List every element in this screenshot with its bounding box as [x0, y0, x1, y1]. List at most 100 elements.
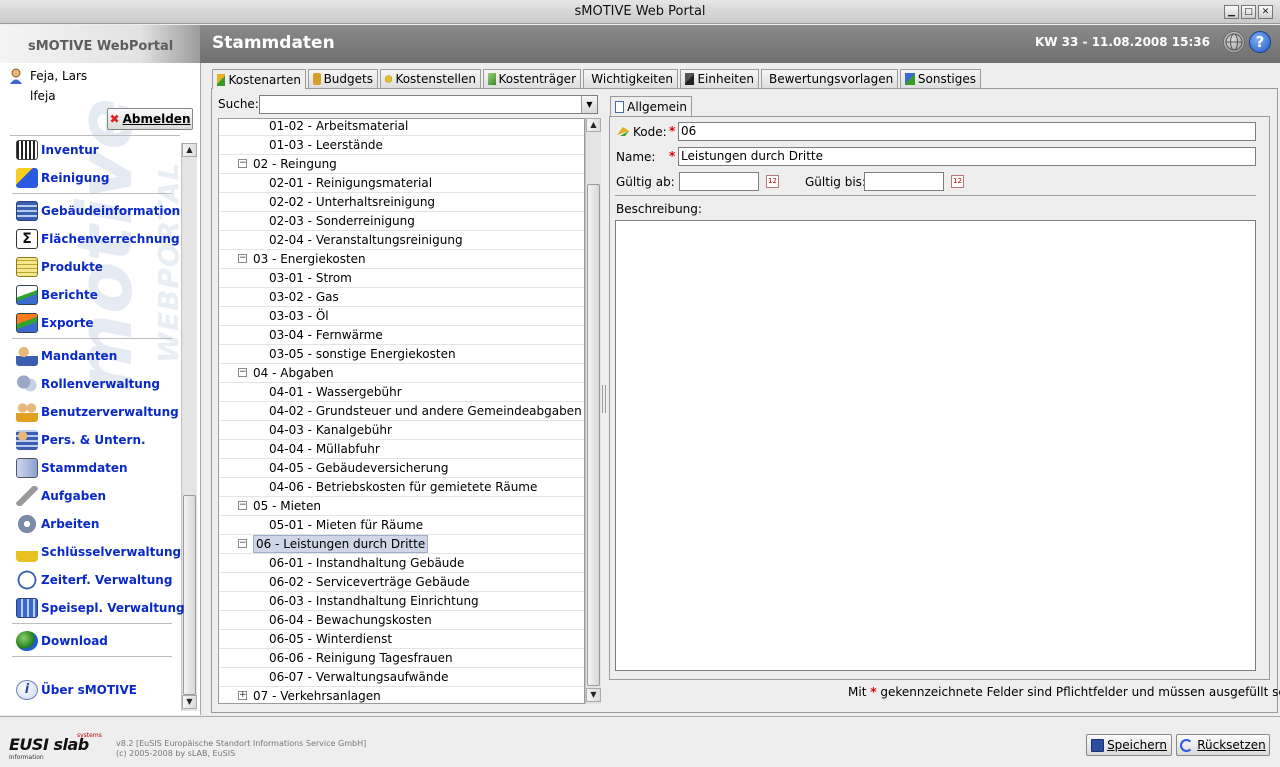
tree-item-row[interactable]: 04-02 - Grundsteuer und andere Gemeindea… — [219, 402, 584, 421]
save-button[interactable]: Speichern — [1086, 734, 1172, 756]
tree-item-label: 04 - Abgaben — [253, 366, 334, 380]
tree-item-row[interactable]: 03-05 - sonstige Energiekosten — [219, 345, 584, 364]
nav-stammdaten[interactable]: Stammdaten — [16, 457, 128, 479]
tab-bewertungsvorlagen[interactable]: Bewertungsvorlagen — [761, 69, 898, 88]
nav-rollenverwaltung[interactable]: Rollenverwaltung — [16, 373, 160, 395]
collapse-toggle-icon[interactable]: − — [238, 368, 247, 377]
tree-item-row[interactable]: 02-04 - Veranstaltungsreinigung — [219, 231, 584, 250]
tree-item-label: 01-02 - Arbeitsmaterial — [269, 119, 409, 133]
kode-field[interactable]: 06 — [678, 122, 1256, 141]
splitter-handle[interactable] — [602, 385, 606, 413]
tree-item-row[interactable]: 06-04 - Bewachungskosten — [219, 611, 584, 630]
valid-to-field[interactable] — [864, 172, 944, 191]
tree-item-row[interactable]: 06-02 - Serviceverträge Gebäude — [219, 573, 584, 592]
minimize-button[interactable]: ▁ — [1224, 5, 1239, 19]
tree-item-row[interactable]: 06-01 - Instandhaltung Gebäude — [219, 554, 584, 573]
nav-inventur[interactable]: Inventur — [16, 139, 99, 161]
maximize-button[interactable]: □ — [1241, 5, 1256, 19]
tree-item-row[interactable]: 01-02 - Arbeitsmaterial — [219, 119, 584, 136]
nav-reinigung[interactable]: Reinigung — [16, 167, 109, 189]
tab-budgets[interactable]: Budgets — [308, 69, 378, 88]
tab-sonstiges[interactable]: Sonstiges — [900, 69, 981, 88]
nav-download[interactable]: Download — [16, 630, 108, 652]
nav-produkte[interactable]: Produkte — [16, 256, 103, 278]
tree-group-row[interactable]: −06 - Leistungen durch Dritte — [219, 535, 584, 554]
scroll-thumb[interactable] — [183, 495, 196, 695]
scroll-up-arrow[interactable]: ▲ — [182, 143, 197, 157]
nav-zeiterf-verwaltung[interactable]: Zeiterf. Verwaltung — [16, 569, 172, 591]
tree-item-row[interactable]: 04-06 - Betriebskosten für gemietete Räu… — [219, 478, 584, 497]
tree-group-row[interactable]: −03 - Energiekosten — [219, 250, 584, 269]
help-icon[interactable]: ? — [1249, 31, 1271, 53]
budget-icon — [313, 73, 321, 85]
valid-from-field[interactable] — [679, 172, 759, 191]
calendar-icon[interactable]: 12 — [951, 175, 964, 188]
description-textarea[interactable] — [615, 220, 1256, 671]
chevron-down-icon[interactable]: ▼ — [581, 96, 597, 113]
scroll-thumb[interactable] — [587, 184, 600, 686]
scroll-up-arrow[interactable]: ▲ — [586, 118, 601, 132]
search-combobox[interactable]: ▼ — [259, 95, 598, 114]
form-divider — [615, 195, 1256, 196]
tab-allgemein[interactable]: Allgemein — [610, 96, 692, 116]
collapse-toggle-icon[interactable]: − — [238, 501, 247, 510]
tree-item-row[interactable]: 02-01 - Reinigungsmaterial — [219, 174, 584, 193]
reset-button[interactable]: Rücksetzen — [1176, 734, 1270, 756]
nav-label: Pers. & Untern. — [41, 433, 146, 447]
expand-toggle-icon[interactable]: + — [238, 691, 247, 700]
tree-item-row[interactable]: 03-03 - Öl — [219, 307, 584, 326]
tab-kostenarten[interactable]: Kostenarten — [212, 69, 306, 89]
nav-ueber-smotive[interactable]: i Über sMOTIVE — [16, 679, 137, 701]
tree-item-row[interactable]: 03-04 - Fernwärme — [219, 326, 584, 345]
tree-item-row[interactable]: 06-05 - Winterdienst — [219, 630, 584, 649]
sidebar-divider — [10, 135, 180, 136]
sidebar-scrollbar[interactable]: ▲ ▼ — [181, 143, 197, 711]
scroll-down-arrow[interactable]: ▼ — [586, 688, 601, 702]
scroll-down-arrow[interactable]: ▼ — [182, 695, 197, 709]
tree-item-row[interactable]: 06-03 - Instandhaltung Einrichtung — [219, 592, 584, 611]
nav-mandanten[interactable]: Mandanten — [16, 345, 117, 367]
tree-item-row[interactable]: 03-01 - Strom — [219, 269, 584, 288]
tree-item-row[interactable]: 04-03 - Kanalgebühr — [219, 421, 584, 440]
tree-item-row[interactable]: 01-03 - Leerstände — [219, 136, 584, 155]
nav-benutzerverwaltung[interactable]: Benutzerverwaltung — [16, 401, 179, 423]
tree-item-label: 02-01 - Reinigungsmaterial — [269, 176, 433, 190]
tree-item-row[interactable]: 04-01 - Wassergebühr — [219, 383, 584, 402]
collapse-toggle-icon[interactable]: − — [238, 539, 247, 548]
tree-item-row[interactable]: 06-07 - Verwaltungsaufwände — [219, 668, 584, 687]
tree-group-row[interactable]: −04 - Abgaben — [219, 364, 584, 383]
nav-pers-untern[interactable]: Pers. & Untern. — [16, 429, 146, 451]
nav-schluesselverwaltung[interactable]: Schlüsselverwaltung — [16, 541, 181, 563]
tree-item-row[interactable]: 02-03 - Sonderreinigung — [219, 212, 584, 231]
tab-einheiten[interactable]: Einheiten — [680, 69, 759, 88]
kode-label: Kode: — [633, 125, 667, 139]
tree-group-row[interactable]: +07 - Verkehrsanlagen — [219, 687, 584, 703]
nav-gebaeudeinformation[interactable]: Gebäudeinformation — [16, 200, 180, 222]
nav-flaechenverrechnung[interactable]: Σ Flächenverrechnung — [16, 228, 180, 250]
nav-exporte[interactable]: Exporte — [16, 312, 94, 334]
tree-item-row[interactable]: 05-01 - Mieten für Räume — [219, 516, 584, 535]
tab-kostentraeger[interactable]: Kostenträger — [483, 69, 581, 88]
tree-item-row[interactable]: 06-06 - Reinigung Tagesfrauen — [219, 649, 584, 668]
tree-item-row[interactable]: 04-05 - Gebäudeversicherung — [219, 459, 584, 478]
close-window-button[interactable]: ✕ — [1258, 5, 1273, 19]
collapse-toggle-icon[interactable]: − — [238, 159, 247, 168]
nav-arbeiten[interactable]: Arbeiten — [16, 513, 99, 535]
tree-group-row[interactable]: −02 - Reingung — [219, 155, 584, 174]
language-globe-icon[interactable] — [1223, 31, 1245, 53]
tree-item-row[interactable]: 03-02 - Gas — [219, 288, 584, 307]
calendar-icon[interactable]: 12 — [766, 175, 779, 188]
logout-button[interactable]: ✖ Abmelden — [107, 108, 193, 130]
nav-aufgaben[interactable]: Aufgaben — [16, 485, 106, 507]
nav-berichte[interactable]: Berichte — [16, 284, 98, 306]
tree-item-row[interactable]: 04-04 - Müllabfuhr — [219, 440, 584, 459]
name-field[interactable]: Leistungen durch Dritte — [678, 147, 1256, 166]
collapse-toggle-icon[interactable]: − — [238, 254, 247, 263]
nav-speisepl-verwaltung[interactable]: Speisepl. Verwaltung — [16, 597, 185, 619]
tab-wichtigkeiten[interactable]: Wichtigkeiten — [583, 69, 678, 88]
tree-item-row[interactable]: 02-02 - Unterhaltsreinigung — [219, 193, 584, 212]
tree-group-row[interactable]: −05 - Mieten — [219, 497, 584, 516]
tree-scrollbar[interactable]: ▲ ▼ — [585, 118, 601, 704]
tab-kostenstellen[interactable]: Kostenstellen — [380, 69, 481, 88]
tree-item-label: 06-05 - Winterdienst — [269, 632, 393, 646]
